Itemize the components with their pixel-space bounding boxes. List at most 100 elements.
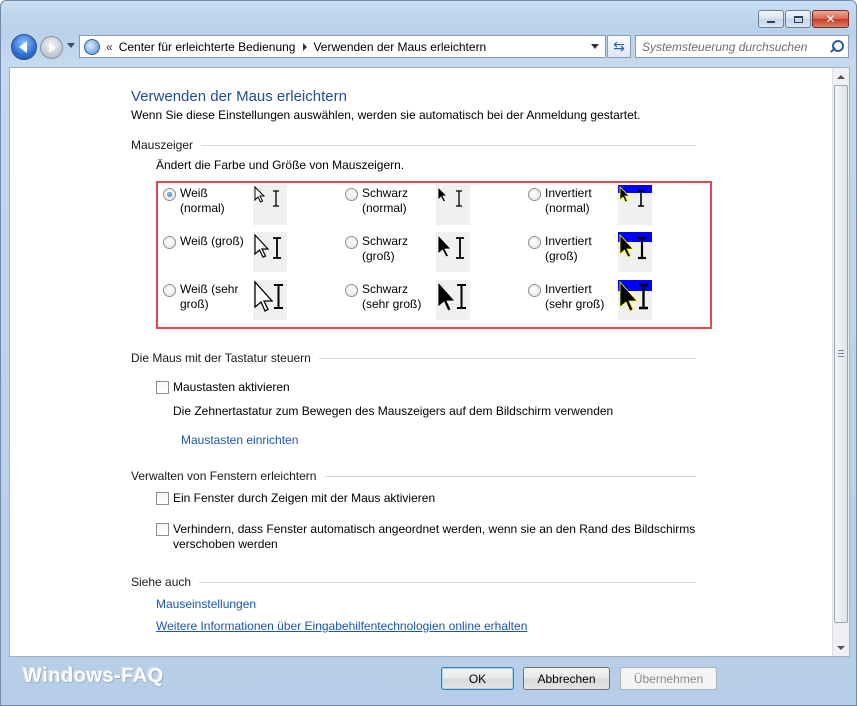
pointer-option-inverted-xlarge[interactable]: Invertiert (sehr groß) (528, 282, 615, 312)
white-pointer-large-preview-icon (253, 232, 287, 272)
refresh-button[interactable]: ⇆ (607, 35, 631, 58)
section-keyboard: Die Maus mit der Tastatur steuern (131, 351, 696, 365)
hover-activate-checkbox[interactable] (156, 492, 169, 505)
control-panel-icon (84, 38, 100, 55)
maximize-button[interactable] (785, 10, 811, 28)
mousekeys-checkbox[interactable] (156, 381, 169, 394)
breadcrumb-overflow[interactable]: « (106, 40, 113, 54)
forward-button[interactable] (40, 36, 63, 59)
option-label: Weiß (normal) (180, 186, 225, 215)
navigation-bar: « Center für erleichterte Bedienung Verw… (9, 33, 849, 61)
section-see-also: Siehe auch (131, 575, 696, 589)
ok-button[interactable]: OK (441, 667, 514, 690)
option-label: Invertiert (normal) (545, 186, 592, 215)
inverted-pointer-normal-preview-icon (618, 185, 652, 225)
recent-pages-dropdown-icon[interactable] (67, 43, 75, 48)
section-heading: Mauszeiger (131, 138, 194, 152)
address-bar[interactable]: « Center für erleichterte Bedienung Verw… (79, 35, 606, 58)
control-panel-window: ✕ « Center für erleichterte Bedienung Ve… (0, 0, 857, 706)
white-pointer-xlarge-preview-icon (253, 280, 287, 320)
content-pane: Verwenden der Maus erleichtern Wenn Sie … (9, 67, 850, 657)
pointer-option-black-normal[interactable]: Schwarz (normal) (345, 186, 432, 216)
section-divider (324, 475, 696, 477)
prevent-arrange-label[interactable]: Verhindern, dass Fenster automatisch ang… (173, 522, 716, 552)
search-input[interactable] (642, 39, 842, 54)
maximize-icon (793, 15, 803, 23)
mousekeys-checkbox-row[interactable]: Maustasten aktivieren (156, 380, 290, 395)
breadcrumb-current-page[interactable]: Verwenden der Maus erleichtern (313, 40, 486, 54)
option-label: Invertiert (groß) (545, 234, 592, 263)
scroll-down-icon[interactable] (833, 639, 849, 656)
forward-arrow-icon (49, 42, 56, 53)
pointer-option-inverted-normal[interactable]: Invertiert (normal) (528, 186, 615, 216)
page-subtitle: Wenn Sie diese Einstellungen auswählen, … (131, 108, 641, 122)
search-icon[interactable] (829, 40, 844, 54)
section-heading: Die Maus mit der Tastatur steuern (131, 351, 311, 365)
black-pointer-normal-preview-icon (436, 185, 470, 225)
minimize-icon (767, 20, 775, 23)
vertical-scrollbar[interactable] (832, 68, 849, 656)
option-label: Schwarz (groß) (362, 234, 409, 263)
minimize-button[interactable] (758, 10, 784, 28)
pointer-option-white-xlarge[interactable]: Weiß (sehr groß) (163, 282, 250, 312)
black-pointer-xlarge-preview-icon (436, 280, 470, 320)
pointer-option-white-large[interactable]: Weiß (groß) (163, 234, 250, 249)
assistive-tech-info-link[interactable]: Weitere Informationen über Eingabehilfen… (156, 619, 527, 633)
mouse-settings-link[interactable]: Mauseinstellungen (156, 597, 256, 611)
section-heading: Siehe auch (131, 575, 192, 589)
inverted-pointer-xlarge-preview-icon (618, 280, 652, 320)
prevent-arrange-checkbox-row[interactable]: Verhindern, dass Fenster automatisch ang… (156, 522, 716, 552)
apply-button[interactable]: Übernehmen (620, 667, 717, 690)
cancel-button[interactable]: Abbrechen (523, 667, 610, 690)
page-title: Verwenden der Maus erleichtern (131, 88, 347, 105)
section-windows: Verwalten von Fenstern erleichtern (131, 469, 696, 483)
section-heading: Verwalten von Fenstern erleichtern (131, 469, 317, 483)
radio-button[interactable] (163, 236, 176, 249)
option-label: Schwarz (sehr groß) (362, 282, 422, 311)
radio-button[interactable] (345, 284, 358, 297)
section-divider (199, 581, 696, 583)
white-pointer-normal-preview-icon (253, 185, 287, 225)
watermark: Windows-FAQ (23, 665, 164, 687)
back-button[interactable] (11, 34, 37, 60)
address-dropdown-icon[interactable] (585, 36, 605, 57)
option-label: Invertiert (sehr groß) (545, 282, 605, 311)
option-label: Weiß (groß) (180, 234, 244, 248)
radio-button[interactable] (528, 284, 541, 297)
scroll-thumb[interactable] (834, 85, 848, 623)
scroll-up-icon[interactable] (833, 68, 849, 85)
black-pointer-large-preview-icon (436, 232, 470, 272)
option-label: Schwarz (normal) (362, 186, 409, 215)
close-button[interactable]: ✕ (812, 10, 849, 28)
refresh-icon: ⇆ (613, 38, 625, 55)
prevent-arrange-checkbox[interactable] (156, 523, 169, 536)
pointer-option-black-large[interactable]: Schwarz (groß) (345, 234, 432, 264)
radio-button[interactable] (163, 188, 176, 201)
scroll-grip-icon (838, 350, 844, 357)
radio-button[interactable] (528, 236, 541, 249)
radio-button[interactable] (163, 284, 176, 297)
section-mouse-pointers: Mauszeiger (131, 138, 696, 152)
close-icon: ✕ (825, 12, 836, 26)
hover-activate-checkbox-row[interactable]: Ein Fenster durch Zeigen mit der Maus ak… (156, 491, 435, 506)
caption-buttons: ✕ (758, 10, 849, 28)
radio-button[interactable] (528, 188, 541, 201)
mouse-pointers-description: Ändert die Farbe und Größe von Mauszeige… (156, 158, 405, 172)
section-divider (318, 357, 696, 359)
search-box (635, 35, 849, 58)
hover-activate-label[interactable]: Ein Fenster durch Zeigen mit der Maus ak… (173, 491, 435, 506)
inverted-pointer-large-preview-icon (618, 232, 652, 272)
pointer-option-white-normal[interactable]: Weiß (normal) (163, 186, 250, 216)
pointer-option-inverted-large[interactable]: Invertiert (groß) (528, 234, 615, 264)
mousekeys-description: Die Zehnertastatur zum Bewegen des Mausz… (173, 404, 614, 418)
radio-button[interactable] (345, 236, 358, 249)
section-divider (201, 144, 696, 146)
breadcrumb-ease-of-access[interactable]: Center für erleichterte Bedienung (119, 40, 296, 54)
back-arrow-icon (19, 41, 27, 53)
option-label: Weiß (sehr groß) (180, 282, 239, 311)
pointer-option-black-xlarge[interactable]: Schwarz (sehr groß) (345, 282, 432, 312)
mousekeys-setup-link[interactable]: Maustasten einrichten (181, 433, 298, 447)
mousekeys-label[interactable]: Maustasten aktivieren (173, 380, 290, 395)
breadcrumb-separator-icon[interactable] (303, 42, 308, 51)
radio-button[interactable] (345, 188, 358, 201)
